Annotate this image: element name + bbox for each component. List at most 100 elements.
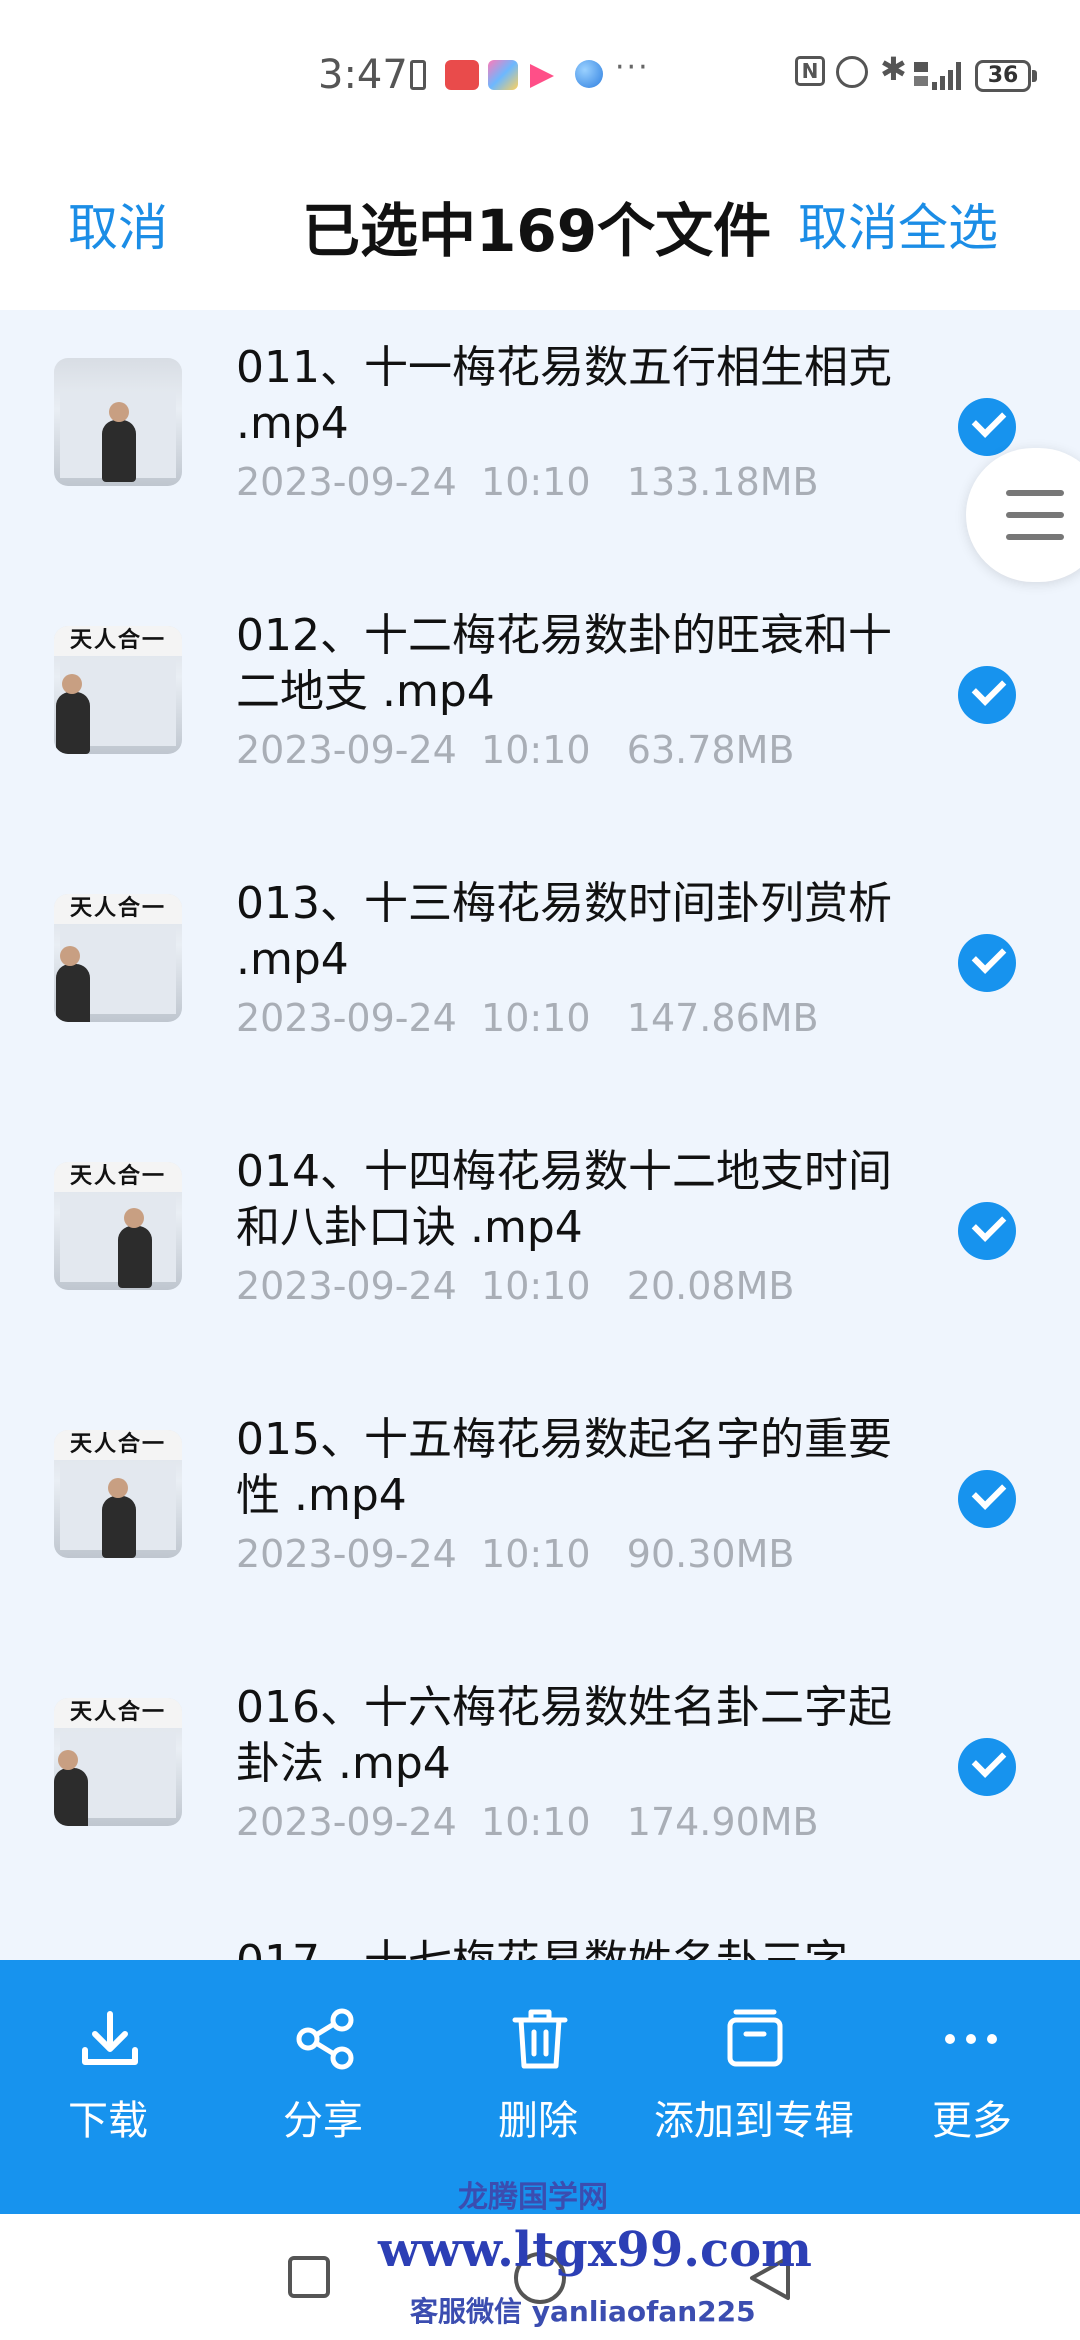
lecturer-head [58,1750,78,1770]
delete-label: 删除 [498,2098,578,2144]
file-time: 10:10 [481,996,591,1040]
download-button[interactable]: 下载 [40,1960,180,2214]
file-time: 10:10 [481,728,591,772]
add-to-album-button[interactable]: 添加到专辑 [650,1960,860,2214]
download-icon [82,2011,138,2065]
file-time: 10:10 [481,460,591,504]
nfc-icon: N [795,56,825,86]
video-thumbnail: 天人合一 [54,1698,182,1826]
video-thumbnail: 天人合一 [54,626,182,754]
app-notification-icon [488,60,518,90]
file-date: 2023-09-24 [236,1800,457,1844]
cancel-button[interactable]: 取消 [68,188,168,260]
file-title: 011、十一梅花易数五行相生相克 .mp4 [236,342,892,449]
file-title: 014、十四梅花易数十二地支时间和八卦口诀 .mp4 [236,1146,892,1253]
share-button[interactable]: 分享 [255,1960,395,2214]
selected-checkbox[interactable] [958,934,1016,992]
video-app-icon [530,64,554,88]
file-list[interactable]: 011、十一梅花易数五行相生相克 .mp4 2023-09-24 10:10 1… [0,310,1080,1960]
menu-line [1006,512,1064,518]
video-thumbnail: 天人合一 [54,894,182,1022]
file-date: 2023-09-24 [236,1532,457,1576]
file-row[interactable]: 天人合一 012、十二梅花易数卦的旺衰和十二地支 .mp4 2023-09-24… [0,578,1080,846]
lecturer-figure [118,1226,152,1288]
file-size: 174.90MB [626,1800,819,1844]
selected-checkbox[interactable] [958,1738,1016,1796]
selected-checkbox[interactable] [958,666,1016,724]
file-title: 015、十五梅花易数起名字的重要性 .mp4 [236,1414,892,1521]
video-thumbnail [54,358,182,486]
lecturer-figure [54,1768,88,1826]
file-row[interactable]: 011、十一梅花易数五行相生相克 .mp4 2023-09-24 10:10 1… [0,310,1080,578]
file-date: 2023-09-24 [236,1264,457,1308]
lecturer-head [108,1478,128,1498]
download-label: 下载 [68,2098,148,2144]
share-label: 分享 [283,2098,363,2144]
menu-line [1006,534,1064,540]
status-time: 3:47 [318,52,408,98]
video-thumbnail: 天人合一 [54,1162,182,1290]
partial-file-title: 017、十七梅花易数姓名卦三字 [236,1925,848,1960]
file-title: 012、十二梅花易数卦的旺衰和十二地支 .mp4 [236,610,892,717]
file-size: 90.30MB [626,1532,795,1576]
page-title: 已选中169个文件 [302,197,772,265]
browser-app-icon [575,60,603,88]
alarm-icon [836,56,868,88]
menu-line [1006,490,1064,496]
file-time: 10:10 [481,1264,591,1308]
selected-checkbox[interactable] [958,1202,1016,1260]
watermark-contact: 客服微信 yanliaofan225 [410,2295,756,2328]
more-notifications-icon: ··· [615,50,650,85]
lecturer-head [109,402,129,422]
file-size: 63.78MB [626,728,795,772]
lecturer-figure [102,1496,136,1558]
more-button[interactable]: 更多 [900,1960,1040,2214]
add-to-album-label: 添加到专辑 [654,2098,854,2144]
lecturer-head [62,674,82,694]
file-date: 2023-09-24 [236,728,457,772]
lecturer-figure [102,420,136,482]
bluetooth-icon: ✱ [880,50,907,88]
deselect-all-button[interactable]: 取消全选 [798,188,998,260]
video-thumbnail: 天人合一 [54,1430,182,1558]
file-size: 147.86MB [626,996,819,1040]
lecturer-figure [56,692,90,754]
lecturer-head [60,946,80,966]
recent-apps-button[interactable] [288,2256,330,2298]
thumbnail-banner: 天人合一 [54,626,182,656]
trash-icon [512,2009,568,2069]
file-size: 133.18MB [626,460,819,504]
thumbnail-banner: 天人合一 [54,894,182,924]
selected-checkbox[interactable] [958,1470,1016,1528]
file-meta: 2023-09-24 10:10 20.08MB [236,1264,794,1308]
more-icon [945,2034,997,2044]
battery-saver-icon [410,60,426,90]
selected-checkbox[interactable] [958,398,1016,456]
thumbnail-banner: 天人合一 [54,1430,182,1460]
signal-5g-icon [914,62,961,90]
thumbnail-banner: 天人合一 [54,1162,182,1192]
share-icon [296,2008,354,2070]
file-time: 10:10 [481,1800,591,1844]
lecturer-figure [56,964,90,1022]
more-label: 更多 [932,2098,1012,2144]
file-meta: 2023-09-24 10:10 133.18MB [236,460,819,504]
file-row[interactable]: 天人合一 014、十四梅花易数十二地支时间和八卦口诀 .mp4 2023-09-… [0,1114,1080,1382]
file-time: 10:10 [481,1532,591,1576]
file-row[interactable]: 天人合一 016、十六梅花易数姓名卦二字起卦法 .mp4 2023-09-24 … [0,1650,1080,1918]
file-meta: 2023-09-24 10:10 90.30MB [236,1532,794,1576]
file-date: 2023-09-24 [236,460,457,504]
selection-header: 取消 已选中169个文件 取消全选 [0,150,1080,310]
file-date: 2023-09-24 [236,996,457,1040]
file-meta: 2023-09-24 10:10 174.90MB [236,1800,819,1844]
watermark-url: www.ltgx99.com [378,2222,812,2278]
file-row[interactable]: 天人合一 013、十三梅花易数时间卦列赏析 .mp4 2023-09-24 10… [0,846,1080,1114]
lecturer-head [124,1208,144,1228]
file-meta: 2023-09-24 10:10 147.86MB [236,996,819,1040]
file-size: 20.08MB [626,1264,795,1308]
file-title: 013、十三梅花易数时间卦列赏析 .mp4 [236,878,892,985]
watermark-site-name: 龙腾国学网 [458,2180,608,2215]
thumbnail-banner: 天人合一 [54,1698,182,1728]
file-row[interactable]: 天人合一 015、十五梅花易数起名字的重要性 .mp4 2023-09-24 1… [0,1382,1080,1650]
album-icon [727,2009,783,2067]
